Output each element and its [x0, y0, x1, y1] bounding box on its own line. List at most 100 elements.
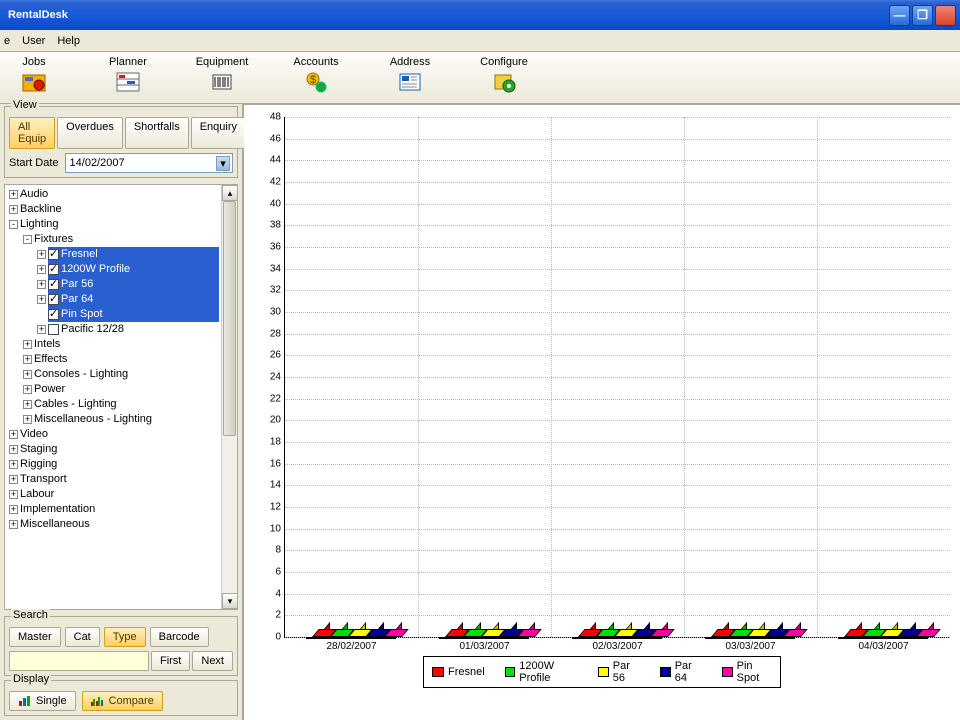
menu-item[interactable]: e: [4, 35, 10, 47]
tree-node[interactable]: +Effects: [7, 352, 221, 367]
expand-icon[interactable]: +: [9, 475, 18, 484]
expand-icon[interactable]: +: [9, 205, 18, 214]
tree-node[interactable]: +Video: [7, 427, 221, 442]
tree-node[interactable]: +Transport: [7, 472, 221, 487]
expand-icon[interactable]: +: [9, 490, 18, 499]
expand-icon[interactable]: +: [37, 295, 46, 304]
checkbox[interactable]: [48, 264, 59, 275]
tree-node[interactable]: +Par 64: [7, 292, 221, 307]
svg-text:$: $: [310, 74, 316, 86]
equipment-icon: [208, 70, 236, 94]
expand-icon[interactable]: +: [37, 280, 46, 289]
tree-node[interactable]: +Power: [7, 382, 221, 397]
legend-item: Fresnel: [432, 666, 485, 678]
scroll-thumb[interactable]: [223, 201, 236, 436]
single-chart-icon: [18, 695, 32, 707]
expand-icon[interactable]: +: [23, 400, 32, 409]
view-tab-enquiry[interactable]: Enquiry: [191, 117, 246, 149]
tree-node[interactable]: +Consoles - Lighting: [7, 367, 221, 382]
tree-node[interactable]: +1200W Profile: [7, 262, 221, 277]
tree-node[interactable]: Pin Spot: [7, 307, 221, 322]
search-input[interactable]: [9, 651, 149, 671]
menu-item[interactable]: Help: [57, 35, 80, 47]
expand-icon[interactable]: +: [23, 385, 32, 394]
toolbar-address[interactable]: Address: [382, 56, 438, 94]
toolbar-configure[interactable]: Configure: [476, 56, 532, 94]
maximize-button[interactable]: ❐: [912, 5, 933, 26]
tree-node[interactable]: +Fresnel: [7, 247, 221, 262]
checkbox[interactable]: [48, 309, 59, 320]
first-button[interactable]: First: [151, 651, 190, 671]
expand-icon[interactable]: -: [23, 235, 32, 244]
single-button[interactable]: Single: [9, 691, 76, 711]
expand-icon[interactable]: +: [9, 520, 18, 529]
expand-icon[interactable]: +: [37, 250, 46, 259]
accounts-icon: $: [302, 70, 330, 94]
view-tab-overdues[interactable]: Overdues: [57, 117, 123, 149]
compare-button[interactable]: Compare: [82, 691, 163, 711]
tree-node[interactable]: +Audio: [7, 187, 221, 202]
checkbox[interactable]: [48, 324, 59, 335]
tree-node[interactable]: +Par 56: [7, 277, 221, 292]
tree-node[interactable]: +Labour: [7, 487, 221, 502]
minimize-button[interactable]: —: [889, 5, 910, 26]
expand-icon[interactable]: -: [9, 220, 18, 229]
toolbar-equipment[interactable]: Equipment: [194, 56, 250, 94]
tree-node[interactable]: +Implementation: [7, 502, 221, 517]
checkbox[interactable]: [48, 294, 59, 305]
scroll-down-icon[interactable]: ▾: [222, 593, 238, 609]
tree-scrollbar[interactable]: ▴ ▾: [221, 185, 237, 609]
y-tick: 32: [249, 285, 285, 296]
search-label: Search: [11, 609, 50, 621]
tree-node[interactable]: +Cables - Lighting: [7, 397, 221, 412]
start-date-label: Start Date: [9, 157, 59, 169]
tree-node[interactable]: -Lighting: [7, 217, 221, 232]
start-date-select[interactable]: 14/02/2007 ▾: [65, 153, 233, 173]
menu-item[interactable]: User: [22, 35, 45, 47]
tree-label: Fixtures: [34, 232, 73, 247]
view-tab-shortfalls[interactable]: Shortfalls: [125, 117, 189, 149]
address-icon: [396, 70, 424, 94]
y-tick: 16: [249, 458, 285, 469]
search-tab-barcode[interactable]: Barcode: [150, 627, 209, 647]
y-tick: 40: [249, 198, 285, 209]
expand-icon[interactable]: +: [23, 340, 32, 349]
checkbox[interactable]: [48, 279, 59, 290]
tree-node[interactable]: +Pacific 12/28: [7, 322, 221, 337]
search-tab-master[interactable]: Master: [9, 627, 61, 647]
x-tick: 01/03/2007: [459, 641, 509, 652]
expand-icon[interactable]: +: [23, 415, 32, 424]
legend-label: Par 56: [613, 660, 640, 684]
tree-node[interactable]: +Intels: [7, 337, 221, 352]
legend-swatch: [660, 667, 670, 677]
tree-node[interactable]: +Miscellaneous - Lighting: [7, 412, 221, 427]
expand-icon[interactable]: +: [23, 370, 32, 379]
y-tick: 44: [249, 155, 285, 166]
tree-node[interactable]: +Miscellaneous: [7, 517, 221, 532]
toolbar-accounts[interactable]: Accounts $: [288, 56, 344, 94]
y-tick: 22: [249, 393, 285, 404]
expand-icon[interactable]: +: [23, 355, 32, 364]
scroll-up-icon[interactable]: ▴: [222, 185, 238, 201]
expand-icon[interactable]: +: [9, 460, 18, 469]
expand-icon[interactable]: +: [9, 430, 18, 439]
expand-icon[interactable]: +: [37, 325, 46, 334]
close-button[interactable]: [935, 5, 956, 26]
expand-icon[interactable]: +: [37, 265, 46, 274]
display-label: Display: [11, 673, 51, 685]
tree-node[interactable]: +Rigging: [7, 457, 221, 472]
search-tab-cat[interactable]: Cat: [65, 627, 100, 647]
search-tab-type[interactable]: Type: [104, 627, 146, 647]
checkbox[interactable]: [48, 249, 59, 260]
tree-node[interactable]: -Fixtures: [7, 232, 221, 247]
expand-icon[interactable]: +: [9, 190, 18, 199]
toolbar-jobs[interactable]: Jobs: [6, 56, 62, 94]
view-tab-all-equip[interactable]: All Equip: [9, 117, 55, 149]
expand-icon[interactable]: +: [9, 505, 18, 514]
next-button[interactable]: Next: [192, 651, 233, 671]
toolbar-planner[interactable]: Planner: [100, 56, 156, 94]
expand-icon[interactable]: +: [9, 445, 18, 454]
tree-node[interactable]: +Staging: [7, 442, 221, 457]
x-tick: 28/02/2007: [326, 641, 376, 652]
tree-node[interactable]: +Backline: [7, 202, 221, 217]
